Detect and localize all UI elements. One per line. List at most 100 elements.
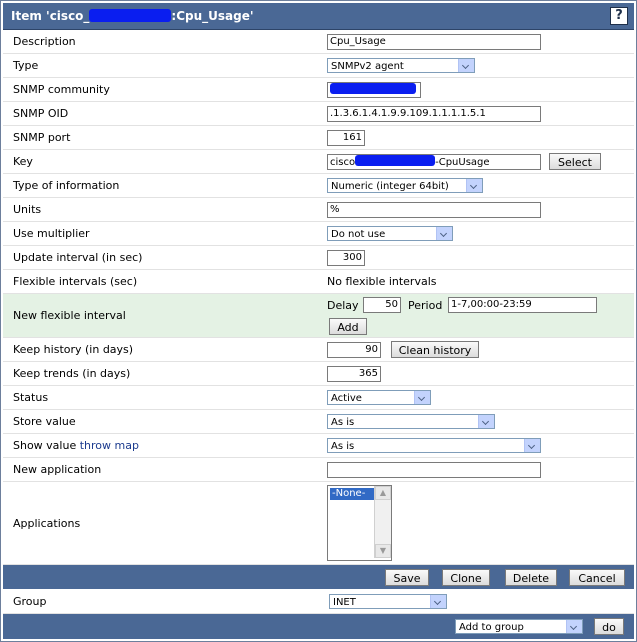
delete-button[interactable]: Delete bbox=[505, 569, 557, 586]
row-status: Status Active bbox=[3, 386, 634, 410]
label-update-interval: Update interval (in sec) bbox=[13, 251, 143, 264]
label-flexible-intervals: Flexible intervals (sec) bbox=[13, 275, 138, 288]
label-store-value: Store value bbox=[13, 415, 76, 428]
key-prefix: cisco bbox=[330, 157, 356, 168]
save-button[interactable]: Save bbox=[385, 569, 429, 586]
type-of-information-value: Numeric (integer 64bit) bbox=[331, 181, 449, 192]
row-keep-history: Keep history (in days) 90 Clean history bbox=[3, 338, 634, 362]
cancel-button[interactable]: Cancel bbox=[569, 569, 625, 586]
period-input[interactable]: 1-7,00:00-23:59 bbox=[448, 297, 597, 313]
row-group: Group INET bbox=[3, 590, 634, 614]
help-button[interactable]: ? bbox=[610, 7, 628, 25]
label-status: Status bbox=[13, 391, 49, 404]
row-applications: Applications -None- ▲ ▼ bbox=[3, 482, 634, 565]
snmp-port-input[interactable]: 161 bbox=[327, 130, 365, 146]
key-suffix: -CpuUsage bbox=[435, 157, 490, 168]
label-new-flexible-interval: New flexible interval bbox=[13, 309, 126, 322]
row-show-value: Show value throw map As is bbox=[3, 434, 634, 458]
label-snmp-oid: SNMP OID bbox=[13, 107, 69, 120]
applications-listbox[interactable]: -None- ▲ ▼ bbox=[327, 485, 392, 561]
keep-trends-input[interactable]: 365 bbox=[327, 366, 381, 382]
keep-history-input[interactable]: 90 bbox=[327, 342, 381, 358]
actions-bar: Save Clone Delete Cancel bbox=[3, 565, 634, 589]
add-to-group-value: Add to group bbox=[459, 622, 524, 633]
label-keep-history: Keep history (in days) bbox=[13, 343, 134, 356]
scroll-up-icon[interactable]: ▲ bbox=[375, 486, 391, 500]
label-description: Description bbox=[13, 35, 76, 48]
row-flexible-intervals: Flexible intervals (sec) No flexible int… bbox=[3, 270, 634, 294]
status-select[interactable]: Active bbox=[327, 390, 431, 405]
type-of-information-select[interactable]: Numeric (integer 64bit) bbox=[327, 178, 483, 193]
type-select[interactable]: SNMPv2 agent bbox=[327, 58, 475, 73]
row-units: Units % bbox=[3, 198, 634, 222]
period-label: Period bbox=[408, 299, 443, 312]
flexible-intervals-value: No flexible intervals bbox=[327, 275, 437, 288]
new-application-input[interactable] bbox=[327, 462, 541, 478]
form-header: Item 'cisco_ :Cpu_Usage' ? bbox=[3, 3, 634, 30]
store-value-value: As is bbox=[331, 417, 355, 428]
store-value-select[interactable]: As is bbox=[327, 414, 495, 429]
add-to-group-select[interactable]: Add to group bbox=[455, 619, 583, 634]
row-key: Key cisco -CpuUsage Select bbox=[3, 150, 634, 174]
row-keep-trends: Keep trends (in days) 365 bbox=[3, 362, 634, 386]
row-description: Description Cpu_Usage bbox=[3, 30, 634, 54]
list-item[interactable]: -None- bbox=[330, 488, 374, 500]
redaction-mark bbox=[330, 83, 416, 94]
row-snmp-oid: SNMP OID .1.3.6.1.4.1.9.9.109.1.1.1.1.5.… bbox=[3, 102, 634, 126]
chevron-down-icon bbox=[466, 179, 482, 192]
group-value: INET bbox=[333, 597, 356, 608]
chevron-down-icon bbox=[458, 59, 474, 72]
snmp-oid-input[interactable]: .1.3.6.1.4.1.9.9.109.1.1.1.1.5.1 bbox=[327, 106, 541, 122]
item-form: Item 'cisco_ :Cpu_Usage' ? Description Cp… bbox=[0, 0, 637, 642]
use-multiplier-value: Do not use bbox=[331, 229, 386, 240]
description-input[interactable]: Cpu_Usage bbox=[327, 34, 541, 50]
use-multiplier-select[interactable]: Do not use bbox=[327, 226, 453, 241]
throw-map-link[interactable]: throw map bbox=[80, 439, 139, 452]
label-use-multiplier: Use multiplier bbox=[13, 227, 90, 240]
chevron-down-icon bbox=[566, 620, 582, 633]
chevron-down-icon bbox=[436, 227, 452, 240]
redaction-mark bbox=[89, 9, 172, 22]
chevron-down-icon bbox=[414, 391, 430, 404]
update-interval-input[interactable]: 300 bbox=[327, 250, 365, 266]
show-value-text: Show value bbox=[13, 439, 77, 452]
label-applications: Applications bbox=[13, 517, 81, 530]
label-group: Group bbox=[13, 595, 47, 608]
row-snmp-port: SNMP port 161 bbox=[3, 126, 634, 150]
delay-input[interactable]: 50 bbox=[363, 297, 401, 313]
select-key-button[interactable]: Select bbox=[549, 153, 601, 170]
label-show-value: Show value throw map bbox=[13, 439, 139, 452]
row-update-interval: Update interval (in sec) 300 bbox=[3, 246, 634, 270]
clean-history-button[interactable]: Clean history bbox=[391, 341, 479, 358]
row-snmp-community: SNMP community bbox=[3, 78, 634, 102]
clone-button[interactable]: Clone bbox=[442, 569, 490, 586]
title-suffix: :Cpu_Usage' bbox=[171, 9, 254, 23]
row-store-value: Store value As is bbox=[3, 410, 634, 434]
label-snmp-port: SNMP port bbox=[13, 131, 71, 144]
label-snmp-community: SNMP community bbox=[13, 83, 110, 96]
row-use-multiplier: Use multiplier Do not use bbox=[3, 222, 634, 246]
label-type-of-information: Type of information bbox=[13, 179, 120, 192]
chevron-down-icon bbox=[524, 439, 540, 452]
show-value-value: As is bbox=[331, 441, 355, 452]
scroll-down-icon[interactable]: ▼ bbox=[375, 544, 391, 558]
delay-label: Delay bbox=[327, 299, 359, 312]
key-input[interactable]: cisco -CpuUsage bbox=[327, 154, 541, 170]
do-button[interactable]: do bbox=[594, 618, 624, 635]
snmp-community-input[interactable] bbox=[327, 82, 421, 98]
row-new-application: New application bbox=[3, 458, 634, 482]
group-select[interactable]: INET bbox=[329, 594, 447, 609]
status-value: Active bbox=[331, 393, 362, 404]
title-prefix: Item 'cisco_ bbox=[11, 9, 90, 23]
listbox-scrollbar[interactable]: ▲ ▼ bbox=[374, 486, 391, 558]
footer-bar: Add to group do bbox=[3, 614, 634, 639]
row-new-flexible-interval: New flexible interval Delay 50 Period 1-… bbox=[3, 294, 634, 338]
show-value-select[interactable]: As is bbox=[327, 438, 541, 453]
label-key: Key bbox=[13, 155, 33, 168]
add-interval-button[interactable]: Add bbox=[329, 318, 367, 335]
label-new-application: New application bbox=[13, 463, 102, 476]
row-type-of-information: Type of information Numeric (integer 64b… bbox=[3, 174, 634, 198]
label-type: Type bbox=[13, 59, 39, 72]
chevron-down-icon bbox=[478, 415, 494, 428]
units-input[interactable]: % bbox=[327, 202, 541, 218]
